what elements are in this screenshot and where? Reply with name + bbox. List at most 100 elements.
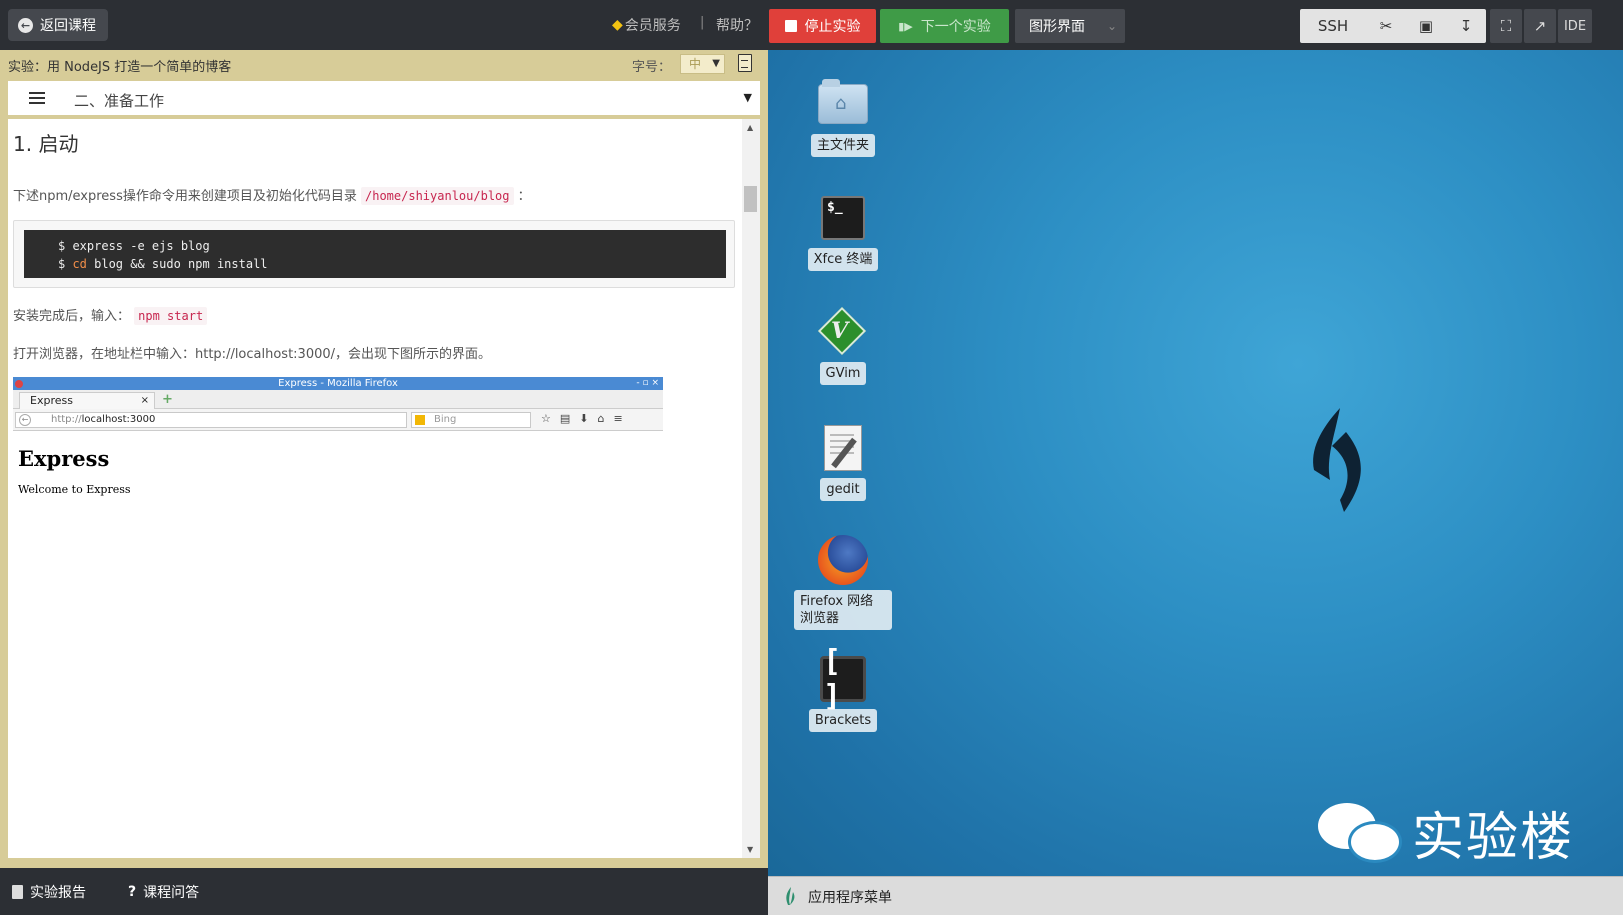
- desktop-icon-label: 主文件夹: [810, 134, 875, 157]
- lesson-panel: 实验：用 NodeJS 打造一个简单的博客 字号： 中 ▼ 二、准备工作 ▼ 1…: [0, 50, 768, 868]
- wechat-icon: [1318, 802, 1402, 863]
- help-link[interactable]: 帮助？: [716, 15, 758, 35]
- scroll-down-icon[interactable]: ▼: [747, 845, 753, 854]
- diamond-icon: ◆: [612, 17, 623, 33]
- app-menu-button[interactable]: 应用程序菜单: [808, 887, 892, 907]
- tool-group: SSH ✂ ▣ ↧: [1300, 9, 1486, 43]
- code-block: $ express -e ejs blog $ cd blog && sudo …: [13, 220, 735, 288]
- screen-icon[interactable]: ▣: [1406, 17, 1446, 35]
- stop-experiment-button[interactable]: 停止实验: [769, 9, 876, 43]
- lesson-content: 1. 启动 下述npm/express操作命令用来创建项目及初始化代码目录 /h…: [8, 119, 742, 858]
- desktop-icon-firefox[interactable]: Firefox 网络浏览器: [793, 534, 893, 630]
- desktop-icon-gvim[interactable]: V GVim: [793, 306, 893, 385]
- gui-label: 图形界面: [1029, 19, 1085, 35]
- url-host: localhost:3000: [81, 414, 156, 425]
- url-prefix: http://: [51, 414, 82, 425]
- close-icon: ×: [140, 395, 149, 406]
- inline-code: /home/shiyanlou/blog: [361, 187, 514, 205]
- app-menu-icon[interactable]: [782, 886, 798, 910]
- firefox-icon: [15, 380, 23, 388]
- desktop-icon-gedit[interactable]: gedit: [793, 422, 893, 501]
- font-size-label: 字号：: [632, 60, 672, 75]
- paragraph: 安装完成后，输入： npm start: [13, 305, 208, 325]
- firefox-screenshot-image: Express - Mozilla Firefox - ▫ × Express …: [13, 377, 663, 507]
- code-rest: blog && sudo npm install: [86, 257, 268, 271]
- skip-forward-icon: ▮▶: [898, 19, 913, 33]
- search-placeholder: Bing: [434, 414, 457, 425]
- report-button[interactable]: 实验报告: [12, 882, 86, 902]
- paragraph: 打开浏览器，在地址栏中输入：http://localhost:3000/，会出现…: [13, 347, 492, 362]
- ssh-button[interactable]: SSH: [1300, 17, 1366, 35]
- window-controls-icon: - ▫ ×: [636, 378, 659, 388]
- separator: |: [700, 15, 705, 30]
- member-service-link[interactable]: ◆ 会员服务: [612, 15, 681, 35]
- lesson-footer: 实验报告 ? 课程问答: [0, 868, 768, 915]
- document-icon: [12, 885, 23, 899]
- content-scrollbar[interactable]: ▲ ▼: [742, 119, 760, 858]
- scissors-icon[interactable]: ✂: [1366, 17, 1406, 35]
- paragraph-tail: ：: [517, 189, 531, 204]
- page-text: Welcome to Express: [18, 483, 131, 496]
- chevron-down-icon: ⌄: [1107, 19, 1118, 33]
- home-folder-icon: [817, 78, 869, 130]
- stop-label: 停止实验: [804, 19, 861, 35]
- back-label: 返回课程: [40, 18, 96, 34]
- desktop-icon-brackets[interactable]: [ ] Brackets: [793, 644, 893, 732]
- inline-code: npm start: [134, 307, 208, 325]
- search-bar: Bing: [411, 412, 531, 428]
- code-line: $ express -e ejs blog: [58, 239, 210, 253]
- desktop-icon-label: gedit: [820, 478, 866, 501]
- tab-strip: Express × +: [13, 390, 663, 409]
- desktop-icon-label: Brackets: [808, 709, 878, 732]
- desktop-icon-home[interactable]: 主文件夹: [793, 78, 893, 157]
- caret-down-icon: ▼: [743, 91, 752, 104]
- paragraph-text: 下述npm/express操作命令用来创建项目及初始化代码目录: [13, 189, 357, 204]
- shiyanlou-logo-icon: [1300, 400, 1380, 524]
- scroll-up-icon[interactable]: ▲: [747, 123, 753, 132]
- member-label: 会员服务: [624, 18, 681, 34]
- toolbar-icons: ☆▤⬇⌂≡: [541, 412, 632, 425]
- toc-current-section: 二、准备工作: [74, 92, 165, 110]
- nav-bar: ← http://localhost:3000 Bing ☆▤⬇⌂≡: [13, 409, 663, 431]
- external-link-icon[interactable]: ↗: [1524, 9, 1556, 43]
- next-experiment-button[interactable]: ▮▶ 下一个实验: [880, 9, 1009, 43]
- window-title: Express - Mozilla Firefox: [278, 378, 398, 389]
- qa-label: 课程问答: [143, 885, 200, 901]
- desktop-icon-label: GVim: [819, 362, 867, 385]
- paragraph: 下述npm/express操作命令用来创建项目及初始化代码目录 /home/sh…: [13, 185, 531, 205]
- desktop-icon-terminal[interactable]: $_ Xfce 终端: [793, 192, 893, 271]
- toc-selector[interactable]: 二、准备工作 ▼: [8, 81, 760, 117]
- scroll-thumb[interactable]: [744, 186, 757, 212]
- brand-watermark: 实验楼: [1318, 795, 1574, 870]
- remote-desktop[interactable]: 主文件夹 $_ Xfce 终端 V GVim gedit Firefox 网络浏…: [768, 50, 1623, 876]
- gui-mode-dropdown[interactable]: 图形界面 ⌄: [1015, 9, 1125, 43]
- brackets-icon: [ ]: [817, 644, 869, 714]
- desktop-icon-label: Xfce 终端: [807, 248, 879, 271]
- section-heading: 1. 启动: [13, 132, 79, 156]
- desktop-taskbar: 应用程序菜单: [768, 876, 1623, 915]
- back-to-course-button[interactable]: ← 返回课程: [8, 9, 108, 41]
- bing-icon: [415, 415, 425, 425]
- fullscreen-icon[interactable]: ⛶: [1490, 9, 1522, 43]
- qa-button[interactable]: ? 课程问答: [128, 882, 199, 902]
- firefox-icon: [817, 534, 869, 586]
- arrow-left-icon: ←: [18, 17, 33, 33]
- terminal-icon: $_: [817, 192, 869, 244]
- document-icon[interactable]: [738, 54, 752, 72]
- page-heading: Express: [18, 446, 110, 471]
- code-content: $ express -e ejs blog $ cd blog && sudo …: [24, 230, 726, 278]
- paragraph-text: 安装完成后，输入：: [13, 309, 131, 324]
- download-icon[interactable]: ↧: [1446, 17, 1486, 35]
- list-icon[interactable]: [29, 92, 45, 105]
- ide-button[interactable]: IDE: [1558, 9, 1592, 43]
- code-keyword: cd: [72, 257, 87, 271]
- code-prompt: $: [58, 257, 73, 271]
- font-size-select[interactable]: 中 ▼: [680, 54, 725, 74]
- experiment-title: 实验：用 NodeJS 打造一个简单的博客: [8, 60, 232, 75]
- caret-down-icon: ▼: [712, 58, 720, 69]
- window-titlebar: Express - Mozilla Firefox - ▫ ×: [13, 377, 663, 390]
- next-label: 下一个实验: [920, 19, 991, 35]
- back-icon: ←: [19, 414, 31, 426]
- question-icon: ?: [128, 884, 137, 900]
- desktop-icon-label: Firefox 网络浏览器: [794, 590, 892, 630]
